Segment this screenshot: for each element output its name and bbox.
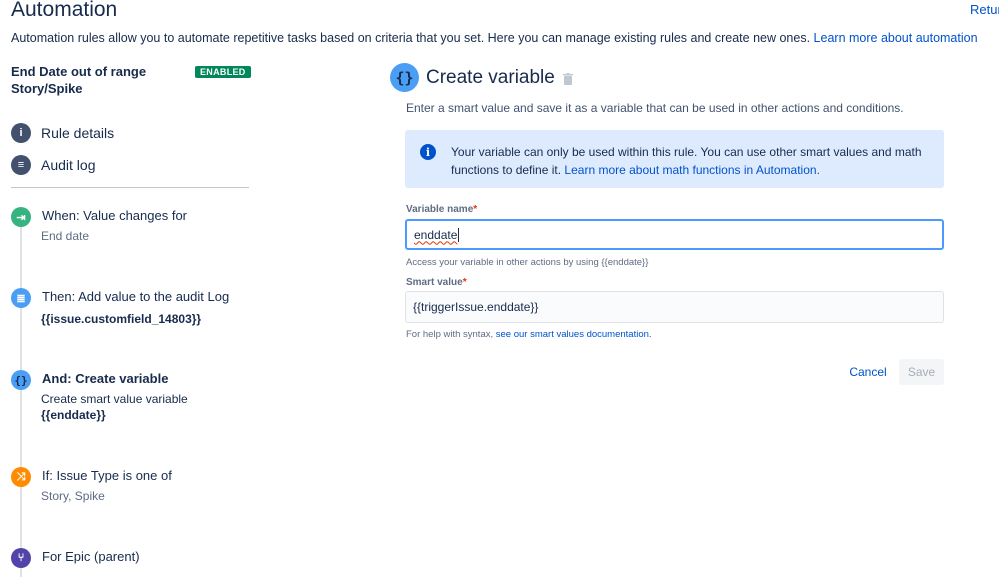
intro-text: Automation rules allow you to automate r… [11,31,978,45]
condition-icon: ⤨ [11,467,31,487]
step-subtitle: Create smart value variable [41,392,188,406]
step-subtitle: End date [41,229,90,243]
variable-icon: {} [390,63,419,92]
log-action-icon: ≣ [11,288,31,308]
cancel-button[interactable]: Cancel [842,360,894,384]
sidebar-item-label: Audit log [41,157,96,173]
status-badge: ENABLED [195,66,251,78]
trash-icon[interactable] [563,73,573,85]
step-subtitle: {{issue.customfield_14803}} [41,312,202,326]
variable-name-help: Access your variable in other actions by… [406,257,649,268]
return-link[interactable]: Return [970,2,999,17]
sidebar-item-audit-log[interactable]: ≡ Audit log [11,155,95,175]
variable-icon: {} [11,370,31,390]
info-text: Your variable can only be used within th… [451,145,922,177]
step-title: And: Create variable [42,371,169,386]
trigger-icon: ⇥ [11,207,31,227]
smart-value-input[interactable]: {{triggerIssue.enddate}} [405,291,944,323]
math-functions-link[interactable]: Learn more about math functions in Autom… [564,163,820,177]
panel-title: Create variable [426,67,555,88]
smart-value-help: For help with syntax, see our smart valu… [406,329,652,340]
sidebar-item-label: Rule details [41,125,115,141]
step-title: Then: Add value to the audit Log [42,289,230,304]
info-icon: i [11,123,31,143]
page-title: Automation [11,0,118,21]
divider [11,187,249,188]
step-title: When: Value changes for [42,208,188,223]
sidebar-item-rule-details[interactable]: i Rule details [11,123,114,143]
learn-more-automation-link[interactable]: Learn more about automation [814,31,978,45]
save-button[interactable]: Save [899,359,944,385]
step-subtitle-value: {{enddate}} [41,408,106,422]
step-title: For Epic (parent) [42,549,140,564]
timeline-line [20,215,22,577]
smart-values-docs-link[interactable]: see our smart values documentation. [496,329,652,340]
smart-value-label: Smart value* [406,277,467,288]
panel-description: Enter a smart value and save it as a var… [406,101,904,115]
info-message: i Your variable can only be used within … [405,130,944,188]
step-title: If: Issue Type is one of [42,468,172,483]
info-icon: i [420,144,436,160]
step-subtitle: Story, Spike [41,489,105,503]
list-icon: ≡ [11,155,31,175]
variable-name-label: Variable name* [406,204,478,215]
variable-name-input[interactable]: enddate [405,219,944,250]
rule-name: End Date out of range Story/Spike [11,64,147,96]
branch-icon: ⑂ [11,548,31,568]
